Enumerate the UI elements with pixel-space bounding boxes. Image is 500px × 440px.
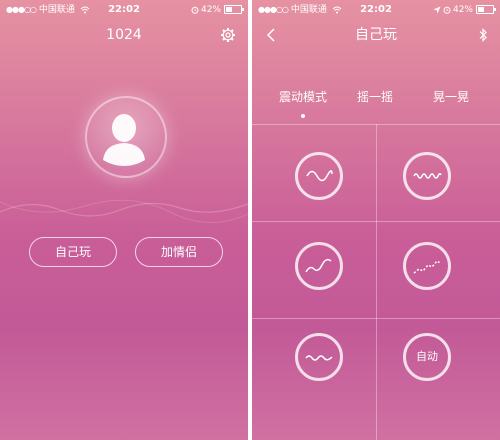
add-partner-button[interactable]: 加情侣 [135, 237, 223, 267]
battery-icon [476, 5, 496, 14]
page-title: 自己玩 [355, 27, 397, 43]
page-title: 1024 [106, 27, 142, 43]
zigzag-wave-icon [413, 172, 442, 179]
avatar[interactable] [85, 96, 167, 178]
alarm-icon [191, 6, 199, 14]
battery-percent: 42% [452, 5, 473, 15]
nav-bar: 自己玩 [252, 20, 500, 50]
auto-label: 自动 [416, 350, 438, 363]
divider [376, 124, 377, 440]
gear-icon[interactable] [220, 20, 236, 50]
auto-mode-button[interactable]: 自动 [403, 333, 451, 381]
status-right: 42% [433, 0, 496, 20]
pattern-dotted-button[interactable] [403, 242, 451, 290]
solo-play-screen: ●●●○○ 中国联通 22:02 42% 自己玩 震动模式 摇一摇 晃一晃 自动 [252, 0, 500, 440]
location-arrow-icon [433, 6, 441, 13]
nav-bar: 1024 [0, 20, 248, 50]
pattern-rising-button[interactable] [295, 242, 343, 290]
pattern-fast-wave-button[interactable] [403, 152, 451, 200]
rising-wave-icon [305, 258, 332, 273]
status-bar: ●●●○○ 中国联通 22:02 42% [0, 0, 248, 20]
status-right: 42% [191, 0, 244, 20]
battery-percent: 42% [200, 5, 221, 15]
dotted-wave-icon [413, 260, 441, 274]
play-solo-button[interactable]: 自己玩 [29, 237, 117, 267]
tab-shake[interactable]: 摇一摇 [340, 86, 410, 108]
active-tab-indicator [301, 114, 305, 118]
back-chevron-icon[interactable] [266, 20, 276, 50]
user-silhouette-icon [103, 114, 145, 166]
wave-decoration [0, 199, 248, 223]
status-bar: ●●●○○ 中国联通 22:02 42% [252, 0, 500, 20]
tab-sway[interactable]: 晃一晃 [416, 86, 486, 108]
tab-vibration-mode[interactable]: 震动模式 [268, 86, 338, 108]
pattern-wave-button[interactable] [295, 152, 343, 200]
pattern-pulse-button[interactable] [295, 333, 343, 381]
bluetooth-icon[interactable] [478, 20, 488, 50]
mode-tabs: 震动模式 摇一摇 晃一晃 [252, 86, 500, 108]
alarm-icon [443, 6, 451, 14]
pulse-wave-icon [305, 355, 333, 361]
sine-wave-icon [306, 170, 333, 182]
battery-icon [224, 5, 244, 14]
home-screen: ●●●○○ 中国联通 22:02 42% 1024 自己玩 加情侣 [0, 0, 248, 440]
